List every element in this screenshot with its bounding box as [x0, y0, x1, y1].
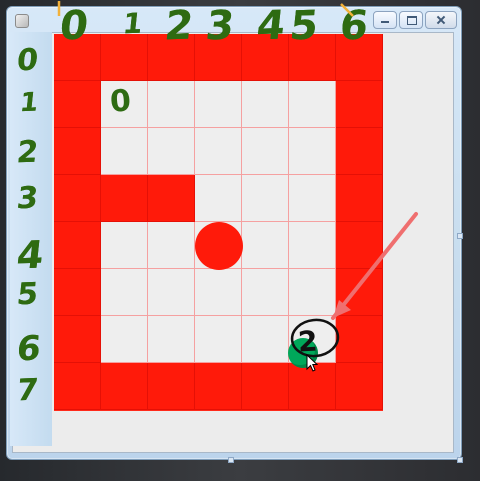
side-number-6: 6	[14, 328, 43, 370]
board-cell-6-1[interactable]	[101, 316, 148, 363]
board-cell-1-0[interactable]	[54, 81, 101, 128]
board-cell-2-5[interactable]	[289, 128, 336, 175]
board-cell-6-6[interactable]	[336, 316, 383, 363]
board-cell-5-2[interactable]	[148, 269, 195, 316]
board-cell-2-4[interactable]	[242, 128, 289, 175]
board-cell-5-6[interactable]	[336, 269, 383, 316]
board-cell-3-4[interactable]	[242, 175, 289, 222]
board-cell-4-5[interactable]	[289, 222, 336, 269]
maximize-icon	[406, 15, 417, 25]
top-number-6: 6	[337, 2, 371, 50]
board-cell-4-2[interactable]	[148, 222, 195, 269]
board-cell-7-4[interactable]	[242, 363, 289, 410]
board-cell-7-1[interactable]	[101, 363, 148, 410]
board-cell-2-2[interactable]	[148, 128, 195, 175]
board-cell-3-1[interactable]	[101, 175, 148, 222]
resize-handle-right[interactable]	[457, 233, 463, 239]
board-cell-6-4[interactable]	[242, 316, 289, 363]
close-icon	[436, 15, 446, 25]
board-cell-3-2[interactable]	[148, 175, 195, 222]
top-number-2: 2	[162, 2, 196, 50]
desktop: 0 1 2 3 4 5 6 0 1 2 3 4 5 6 7 0 2	[0, 0, 480, 481]
minimize-icon	[380, 15, 390, 25]
side-number-3: 3	[15, 180, 40, 217]
board-cell-4-1[interactable]	[101, 222, 148, 269]
side-number-5: 5	[15, 276, 40, 313]
window-controls	[373, 11, 457, 31]
board-cell-3-3[interactable]	[195, 175, 242, 222]
side-number-1: 1	[18, 87, 40, 119]
side-number-7: 7	[15, 372, 40, 409]
board-cell-5-5[interactable]	[289, 269, 336, 316]
board-cell-1-6[interactable]	[336, 81, 383, 128]
board-cell-6-2[interactable]	[148, 316, 195, 363]
mouse-cursor-icon	[306, 354, 318, 372]
side-number-2: 2	[15, 134, 40, 171]
board-cell-0-1[interactable]	[101, 34, 148, 81]
board-cell-2-3[interactable]	[195, 128, 242, 175]
close-button[interactable]	[425, 11, 457, 29]
board-cell-5-4[interactable]	[242, 269, 289, 316]
board-cell-7-2[interactable]	[148, 363, 195, 410]
board-cell-6-0[interactable]	[54, 316, 101, 363]
board-cell-2-6[interactable]	[336, 128, 383, 175]
board-cell-4-6[interactable]	[336, 222, 383, 269]
board-cell-7-6[interactable]	[336, 363, 383, 410]
maximize-button[interactable]	[399, 11, 423, 29]
top-number-0: 0	[57, 2, 91, 50]
board-cell-3-6[interactable]	[336, 175, 383, 222]
board-cell-3-5[interactable]	[289, 175, 336, 222]
board-cell-1-2[interactable]	[148, 81, 195, 128]
board-cell-1-5[interactable]	[289, 81, 336, 128]
top-number-5: 5	[287, 2, 321, 50]
minimize-button[interactable]	[373, 11, 397, 29]
red-ball	[195, 222, 243, 270]
board-cell-5-0[interactable]	[54, 269, 101, 316]
side-number-0: 0	[15, 42, 40, 79]
side-number-4: 4	[14, 232, 46, 278]
board-cell-2-1[interactable]	[101, 128, 148, 175]
board-cell-1-4[interactable]	[242, 81, 289, 128]
cell-annotation-zero: 0	[108, 83, 133, 120]
top-number-4: 4	[254, 2, 288, 50]
app-icon	[15, 14, 29, 28]
resize-handle-corner[interactable]	[457, 457, 463, 463]
board-cell-4-0[interactable]	[54, 222, 101, 269]
top-number-1: 1	[121, 6, 145, 41]
board-cell-6-3[interactable]	[195, 316, 242, 363]
board-cell-2-0[interactable]	[54, 128, 101, 175]
top-number-3: 3	[203, 2, 237, 50]
resize-handle-bottom[interactable]	[228, 457, 234, 463]
board-cell-3-0[interactable]	[54, 175, 101, 222]
board-cell-5-1[interactable]	[101, 269, 148, 316]
board-cell-7-0[interactable]	[54, 363, 101, 410]
board-cell-1-3[interactable]	[195, 81, 242, 128]
board-cell-5-3[interactable]	[195, 269, 242, 316]
board-cell-4-4[interactable]	[242, 222, 289, 269]
board-cell-7-3[interactable]	[195, 363, 242, 410]
